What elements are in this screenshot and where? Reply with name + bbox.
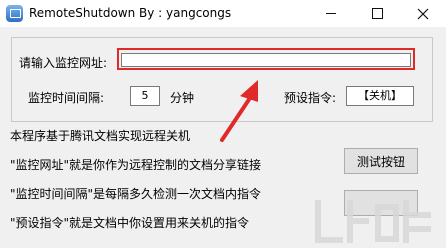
info-line-1: 本程序基于腾讯文档实现远程关机 xyxy=(10,129,191,143)
info-line-2: "监控网址"就是你作为远程控制的文档分享链接 xyxy=(10,158,262,172)
watermark-logo xyxy=(315,200,431,243)
test-button[interactable]: 测试按钮 xyxy=(344,148,418,174)
info-line-4: "预设指令"就是文档中你设置用来关机的指令 xyxy=(10,216,250,230)
info-line-3: "监控时间间隔"是每隔多久检测一次文档内指令 xyxy=(10,187,262,201)
